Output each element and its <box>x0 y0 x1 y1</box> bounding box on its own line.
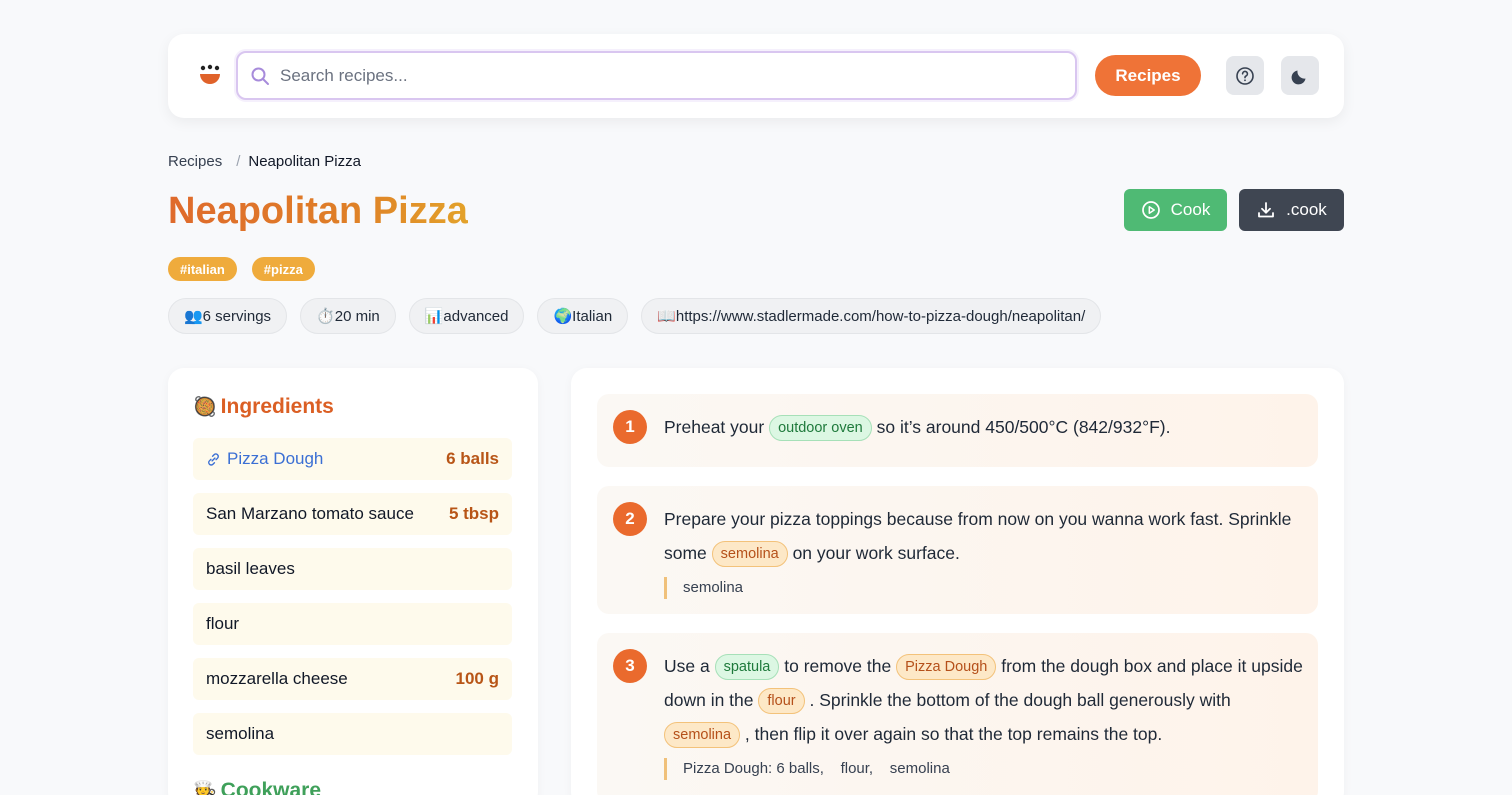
ingredient-row[interactable]: flour <box>193 603 512 645</box>
ingredient-name: flour <box>206 614 240 633</box>
step-ingredients: semolina <box>664 577 743 599</box>
difficulty-chip: 📊advanced <box>408 298 525 334</box>
step-text-segment: to remove the <box>784 656 892 676</box>
help-button[interactable] <box>1226 56 1264 95</box>
cuisine-chip: 🌍Italian <box>537 298 629 334</box>
download-icon <box>1258 202 1275 218</box>
cookware-pill[interactable]: spatula <box>714 654 780 681</box>
help-circle-icon <box>1236 66 1254 85</box>
download-button[interactable]: .cook <box>1239 189 1344 231</box>
ingredient-pill[interactable]: semolina <box>664 722 741 749</box>
breadcrumb: Recipes / Neapolitan Pizza <box>168 153 361 170</box>
ingredient-pill[interactable]: Pizza Dough <box>896 654 997 681</box>
breadcrumb-recipes-link[interactable]: Recipes <box>168 153 222 170</box>
step-text-segment: on your work surface. <box>792 543 960 563</box>
theme-toggle-button[interactable] <box>1281 56 1319 95</box>
link-icon <box>208 452 219 466</box>
ingredient-list: Pizza Dough 6 balls San Marzano tomato s… <box>193 438 512 768</box>
step: 1 Preheat your outdoor oven so it’s arou… <box>597 394 1318 467</box>
moon-icon <box>1291 70 1306 84</box>
pot-icon: 🥘 <box>193 397 217 418</box>
app-logo-icon[interactable] <box>198 64 222 88</box>
breadcrumb-current: Neapolitan Pizza <box>248 153 361 170</box>
cookware-heading: 🧑‍🍳 Cookware <box>193 779 321 795</box>
cookware-title: Cookware <box>220 779 322 795</box>
servings-chip: 👥6 servings <box>168 298 288 334</box>
step-text-segment: Use a <box>664 656 710 676</box>
step: 2 Prepare your pizza toppings because fr… <box>597 486 1318 614</box>
step-text: Use a spatula to remove the Pizza Dough … <box>664 649 1309 751</box>
step-number: 3 <box>613 649 647 683</box>
ingredient-quantity: 100 g <box>455 669 499 688</box>
download-button-label: .cook <box>1286 200 1327 219</box>
ingredient-name: mozzarella cheese <box>206 669 348 688</box>
cookware-pill[interactable]: outdoor oven <box>769 415 872 442</box>
tag[interactable]: #italian <box>168 257 237 281</box>
ingredient-row[interactable]: Pizza Dough 6 balls <box>193 438 512 480</box>
step-text-segment: so it’s around 450/500°C (842/932°F). <box>876 417 1171 437</box>
step-text-segment: , then flip it over again so that the to… <box>744 724 1163 744</box>
tag-list: #italian #pizza <box>168 257 315 281</box>
cook-button-label: Cook <box>1170 200 1211 219</box>
ingredient-row[interactable]: San Marzano tomato sauce 5 tbsp <box>193 493 512 535</box>
step-ingredients: Pizza Dough: 6 balls, flour, semolina <box>664 758 950 780</box>
step-text: Preheat your outdoor oven so it’s around… <box>664 410 1309 444</box>
chef-icon: 🧑‍🍳 <box>193 781 217 795</box>
search-input[interactable] <box>280 61 1060 91</box>
breadcrumb-separator: / <box>236 153 241 170</box>
ingredient-name: semolina <box>206 724 275 743</box>
ingredient-pill[interactable]: flour <box>758 688 805 715</box>
top-bar: Recipes <box>168 34 1344 118</box>
ingredient-name: Pizza Dough <box>227 449 324 468</box>
ingredients-card: 🥘 Ingredients Pizza Dough 6 balls San Ma… <box>168 368 538 795</box>
step-text: Prepare your pizza toppings because from… <box>664 502 1309 570</box>
search-box[interactable] <box>236 51 1077 100</box>
step-text-segment: . Sprinkle the bottom of the dough ball … <box>809 690 1231 710</box>
step-number: 2 <box>613 502 647 536</box>
ingredient-name: San Marzano tomato sauce <box>206 504 414 523</box>
time-chip: ⏱️20 min <box>300 298 396 334</box>
recipe-meta: 👥6 servings ⏱️20 min 📊advanced 🌍Italian … <box>168 298 1102 334</box>
recipes-button[interactable]: Recipes <box>1095 55 1201 96</box>
search-icon <box>251 67 269 85</box>
step-text-segment: Preheat your <box>664 417 765 437</box>
play-circle-icon <box>1141 201 1160 219</box>
ingredient-row[interactable]: mozzarella cheese 100 g <box>193 658 512 700</box>
tag[interactable]: #pizza <box>251 257 315 281</box>
ingredients-heading: 🥘 Ingredients <box>193 395 334 419</box>
steps-card: 1 Preheat your outdoor oven so it’s arou… <box>571 368 1344 795</box>
ingredient-row[interactable]: basil leaves <box>193 548 512 590</box>
ingredient-quantity: 6 balls <box>446 449 499 468</box>
ingredient-row[interactable]: semolina <box>193 713 512 755</box>
ingredient-quantity: 5 tbsp <box>448 504 499 523</box>
ingredient-pill[interactable]: semolina <box>711 541 788 568</box>
step-number: 1 <box>613 410 647 444</box>
ingredient-link[interactable]: Pizza Dough <box>206 449 323 469</box>
ingredients-title: Ingredients <box>220 395 334 418</box>
source-link[interactable]: 📖https://www.stadlermade.com/how-to-pizz… <box>641 298 1102 334</box>
ingredient-name: basil leaves <box>206 559 295 578</box>
page-title: Neapolitan Pizza <box>168 190 468 232</box>
step: 3 Use a spatula to remove the Pizza Doug… <box>597 633 1318 795</box>
cook-button[interactable]: Cook <box>1124 189 1227 231</box>
